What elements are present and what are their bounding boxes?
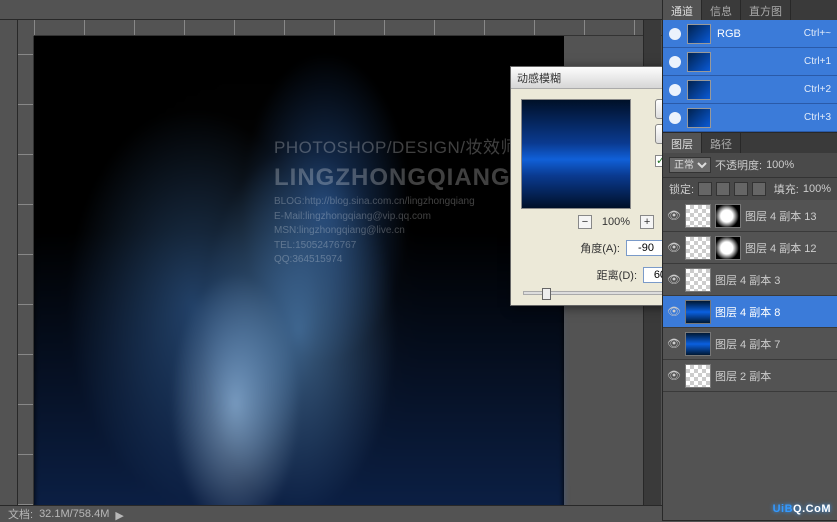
channel-row[interactable]: RGB Ctrl+~ [663,20,837,48]
zoom-out-button[interactable]: − [578,215,592,229]
site-watermark: UiBQ.CoM [773,496,831,517]
slider-handle[interactable] [542,288,551,300]
channel-thumb [687,80,711,100]
layers-options: 正常 不透明度: 100% [663,153,837,177]
layer-row[interactable]: 👁 图层 2 副本 [663,360,837,392]
layer-mask-thumb[interactable] [715,236,741,260]
angle-label: 角度(A): [580,240,620,256]
visibility-icon[interactable]: 👁 [667,209,681,222]
status-zoom: 32.1M/758.4M [39,508,109,520]
layer-mask-thumb[interactable] [715,204,741,228]
channels-panel: 通道 信息 直方图 RGB Ctrl+~ Ctrl+1 Ctrl+2 Ctrl+3 [663,0,837,133]
layer-thumb[interactable] [685,364,711,388]
visibility-icon[interactable]: 👁 [667,305,681,318]
opacity-label: 不透明度: [715,157,762,173]
channel-thumb [687,52,711,72]
blend-mode-select[interactable]: 正常 [669,157,711,173]
layer-thumb[interactable] [685,236,711,260]
lock-transparency-icon[interactable] [698,182,712,196]
zoom-percent: 100% [602,216,630,228]
artwork-flame [34,36,564,505]
channel-shortcut: Ctrl+3 [804,112,831,123]
tab-histogram[interactable]: 直方图 [741,0,791,20]
fill-label: 填充: [774,181,799,197]
layer-name: 图层 2 副本 [715,368,833,384]
visibility-icon[interactable]: 👁 [667,369,681,382]
layers-tabs: 图层 路径 [663,133,837,153]
angle-input[interactable] [626,240,666,256]
tab-layers[interactable]: 图层 [663,133,702,153]
status-menu-icon[interactable]: ▶ [115,509,125,519]
opacity-value[interactable]: 100% [766,159,794,171]
visibility-icon[interactable]: 👁 [667,241,681,254]
panel-dock: 通道 信息 直方图 RGB Ctrl+~ Ctrl+1 Ctrl+2 Ctrl+3… [662,0,837,521]
tab-info[interactable]: 信息 [702,0,741,20]
lock-all-icon[interactable] [752,182,766,196]
channel-list: RGB Ctrl+~ Ctrl+1 Ctrl+2 Ctrl+3 [663,20,837,132]
distance-label: 距离(D): [597,267,637,283]
zoom-in-button[interactable]: + [640,215,654,229]
layer-row[interactable]: 👁 图层 4 副本 8 [663,296,837,328]
channel-row[interactable]: Ctrl+1 [663,48,837,76]
channel-shortcut: Ctrl+2 [804,84,831,95]
document-canvas[interactable]: PHOTOSHOP/DESIGN/妆效师 LINGZHONGQIANG BLOG… [34,36,564,505]
layer-thumb[interactable] [685,300,711,324]
dialog-title: 动感模糊 [517,70,673,86]
fill-value[interactable]: 100% [803,183,831,195]
lock-position-icon[interactable] [734,182,748,196]
channel-row[interactable]: Ctrl+3 [663,104,837,132]
visibility-icon[interactable] [669,112,681,124]
lock-label: 锁定: [669,181,694,197]
channel-row[interactable]: Ctrl+2 [663,76,837,104]
visibility-icon[interactable] [669,56,681,68]
layer-row[interactable]: 👁 图层 4 副本 7 [663,328,837,360]
layer-name: 图层 4 副本 12 [745,240,833,256]
layer-list[interactable]: 👁 图层 4 副本 13 👁 图层 4 副本 12 👁 图层 4 副本 3 👁 图层 4 副本… [663,200,837,520]
status-bar: 文档: 32.1M/758.4M ▶ [0,505,662,521]
layer-thumb[interactable] [685,332,711,356]
tab-channels[interactable]: 通道 [663,0,702,20]
layer-thumb[interactable] [685,268,711,292]
channel-shortcut: Ctrl+~ [804,28,831,39]
channel-thumb [687,24,711,44]
layers-panel: 图层 路径 正常 不透明度: 100% 锁定: 填充: 100% 👁 图层 4 副… [663,133,837,521]
visibility-icon[interactable] [669,28,681,40]
visibility-icon[interactable]: 👁 [667,337,681,350]
layer-row[interactable]: 👁 图层 4 副本 3 [663,264,837,296]
filter-preview[interactable] [521,99,631,209]
layer-row[interactable]: 👁 图层 4 副本 13 [663,200,837,232]
ruler-horizontal [34,20,662,36]
channel-name: RGB [717,28,741,40]
channel-thumb [687,108,711,128]
ruler-vertical [18,36,34,505]
layer-name: 图层 4 副本 13 [745,208,833,224]
status-prefix: 文档: [8,506,33,522]
layer-row[interactable]: 👁 图层 4 副本 12 [663,232,837,264]
visibility-icon[interactable] [669,84,681,96]
toolbox[interactable] [0,20,18,505]
layer-name: 图层 4 副本 7 [715,336,833,352]
channels-tabs: 通道 信息 直方图 [663,0,837,20]
tab-paths[interactable]: 路径 [702,133,741,153]
layer-thumb[interactable] [685,204,711,228]
layer-name: 图层 4 副本 3 [715,272,833,288]
layer-name: 图层 4 副本 8 [715,304,833,320]
lock-pixels-icon[interactable] [716,182,730,196]
visibility-icon[interactable]: 👁 [667,273,681,286]
channel-shortcut: Ctrl+1 [804,56,831,67]
lock-row: 锁定: 填充: 100% [663,177,837,200]
